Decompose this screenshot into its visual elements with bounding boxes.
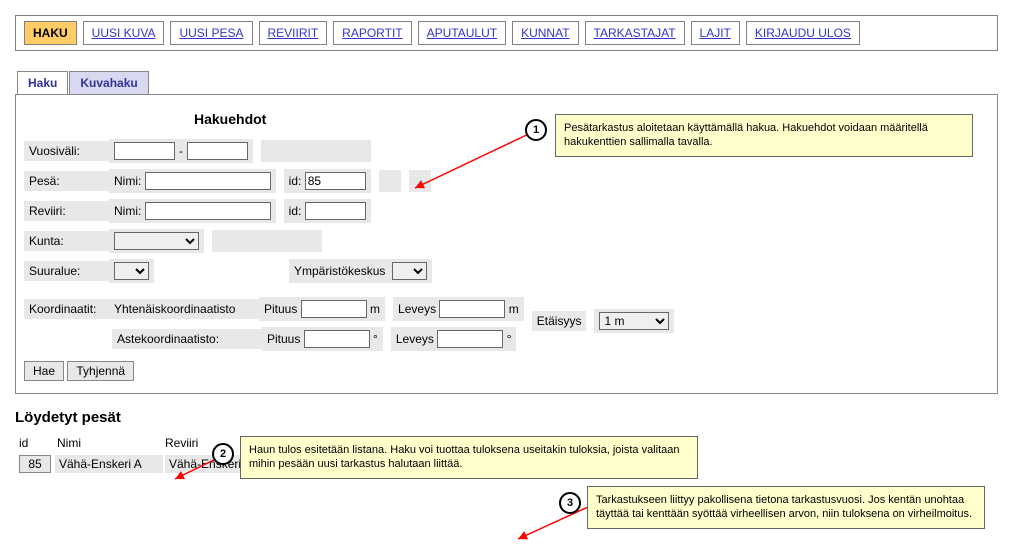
select-ymparisto[interactable] bbox=[392, 262, 427, 280]
dash: - bbox=[175, 144, 187, 158]
label-ymparisto: Ympäristökeskus bbox=[294, 264, 385, 278]
nav-haku[interactable]: HAKU bbox=[24, 21, 77, 45]
unit-m2: m bbox=[509, 302, 519, 316]
hae-button[interactable]: Hae bbox=[24, 361, 64, 381]
label-reviiri: Reviiri: bbox=[24, 201, 109, 221]
label-pesa-nimi: Nimi: bbox=[114, 174, 141, 188]
callout-2: Haun tulos esitetään listana. Haku voi t… bbox=[240, 436, 698, 479]
col-nimi: Nimi bbox=[53, 434, 161, 452]
callout-num-3: 3 bbox=[559, 492, 581, 514]
tyhjenna-button[interactable]: Tyhjennä bbox=[67, 361, 134, 381]
input-pituus-m[interactable] bbox=[301, 300, 367, 318]
label-aste: Astekoordinaatisto: bbox=[112, 329, 262, 349]
input-pesa-id[interactable] bbox=[305, 172, 366, 190]
unit-m1: m bbox=[370, 302, 380, 316]
unit-deg1: ° bbox=[373, 332, 378, 346]
label-reviiri-nimi: Nimi: bbox=[114, 204, 141, 218]
col-id: id bbox=[15, 434, 53, 452]
input-leveys-deg[interactable] bbox=[437, 330, 503, 348]
tabs: Haku Kuvahaku bbox=[17, 71, 998, 94]
cell-nimi: Vähä-Enskeri A bbox=[55, 455, 163, 473]
callout-num-1: 1 bbox=[525, 119, 547, 141]
input-pituus-deg[interactable] bbox=[304, 330, 370, 348]
results-title: Löydetyt pesät bbox=[15, 409, 998, 426]
input-reviiri-id[interactable] bbox=[305, 202, 366, 220]
nav-uusi-pesa[interactable]: UUSI PESA bbox=[170, 21, 252, 45]
label-vuosivali: Vuosiväli: bbox=[24, 141, 109, 161]
tab-kuvahaku[interactable]: Kuvahaku bbox=[69, 71, 148, 94]
callout-1: Pesätarkastus aloitetaan käyttämällä hak… bbox=[555, 114, 973, 157]
label-pesa-id: id: bbox=[289, 174, 302, 188]
label-pituus2: Pituus bbox=[267, 332, 300, 346]
label-leveys2: Leveys bbox=[396, 332, 434, 346]
select-etaisyys[interactable]: 1 m bbox=[599, 312, 669, 330]
nav-tarkastajat[interactable]: TARKASTAJAT bbox=[585, 21, 685, 45]
select-suuralue[interactable] bbox=[114, 262, 149, 280]
tab-haku[interactable]: Haku bbox=[17, 71, 68, 94]
input-leveys-m[interactable] bbox=[439, 300, 505, 318]
unit-deg2: ° bbox=[507, 332, 512, 346]
label-pesa: Pesä: bbox=[24, 171, 109, 191]
label-kunta: Kunta: bbox=[24, 231, 109, 251]
label-yhtenais: Yhtenäiskoordinaatisto bbox=[109, 299, 259, 319]
nav-aputaulut[interactable]: APUTAULUT bbox=[418, 21, 506, 45]
row-id-button[interactable]: 85 bbox=[19, 455, 51, 473]
top-nav: HAKU UUSI KUVA UUSI PESA REVIIRIT RAPORT… bbox=[15, 15, 998, 51]
label-leveys1: Leveys bbox=[398, 302, 436, 316]
nav-lajit[interactable]: LAJIT bbox=[691, 21, 740, 45]
label-suuralue: Suuralue: bbox=[24, 261, 109, 281]
input-reviiri-nimi[interactable] bbox=[145, 202, 271, 220]
callout-3: Tarkastukseen liittyy pakollisena tieton… bbox=[587, 486, 985, 529]
input-vuosi-to[interactable] bbox=[187, 142, 248, 160]
nav-raportit[interactable]: RAPORTIT bbox=[333, 21, 411, 45]
label-koordinaatit: Koordinaatit: bbox=[24, 299, 109, 319]
nav-uusi-kuva[interactable]: UUSI KUVA bbox=[83, 21, 165, 45]
input-vuosi-from[interactable] bbox=[114, 142, 175, 160]
label-etaisyys: Etäisyys bbox=[537, 314, 582, 328]
nav-reviirit[interactable]: REVIIRIT bbox=[259, 21, 328, 45]
label-reviiri-id: id: bbox=[289, 204, 302, 218]
nav-kunnat[interactable]: KUNNAT bbox=[512, 21, 578, 45]
callout-num-2: 2 bbox=[212, 443, 234, 465]
input-pesa-nimi[interactable] bbox=[145, 172, 271, 190]
label-pituus1: Pituus bbox=[264, 302, 297, 316]
select-kunta[interactable] bbox=[114, 232, 199, 250]
nav-kirjaudu-ulos[interactable]: KIRJAUDU ULOS bbox=[746, 21, 860, 45]
